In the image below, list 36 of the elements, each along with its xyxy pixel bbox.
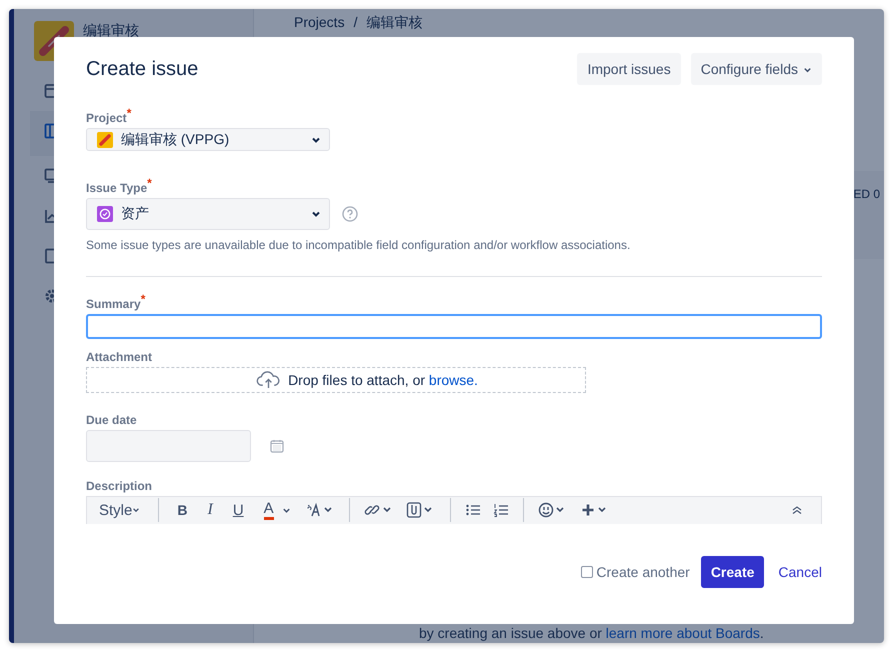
field-label: Attachment — [86, 350, 152, 364]
text-color-button[interactable]: A — [264, 500, 274, 520]
underline-button[interactable]: U — [222, 502, 254, 519]
project-select[interactable]: 编辑审核 (VPPG) — [86, 128, 330, 152]
style-dropdown[interactable]: Style — [99, 502, 150, 519]
italic-button[interactable]: I — [197, 501, 223, 520]
issue-type-help-text: Some issue types are unavailable due to incompatible field configuration and/or workflow associations. — [86, 238, 630, 252]
due-date-input[interactable] — [86, 430, 251, 462]
field-label: Description — [86, 478, 152, 493]
numbered-list-icon[interactable] — [492, 502, 509, 518]
cloud-upload-icon — [256, 370, 282, 390]
cancel-button[interactable]: Cancel — [770, 564, 822, 580]
summary-input[interactable] — [86, 314, 822, 339]
project-logo-icon — [97, 132, 113, 148]
breadcrumb-link[interactable]: 编辑审核 — [366, 14, 422, 32]
issue-type-icon — [97, 206, 113, 222]
caret-icon[interactable] — [282, 506, 291, 515]
issue-type-select[interactable]: 资产 — [86, 198, 330, 230]
empty-board-hint: by creating an issue above or learn more about Boards. — [419, 625, 765, 641]
breadcrumb-separator: / — [354, 14, 358, 32]
create-button[interactable]: Create — [700, 556, 764, 588]
import-issues-button[interactable]: Import issues — [577, 53, 681, 85]
project-name: 编辑审核 — [83, 22, 139, 40]
breadcrumb-link[interactable]: Projects — [294, 14, 345, 32]
caret-icon[interactable] — [132, 506, 140, 514]
dialog-title: Create issue — [86, 58, 198, 80]
field-label: Due date — [86, 412, 137, 427]
attachment-dropzone[interactable]: Drop files to attach, or browse. — [86, 366, 586, 393]
column-count: ED 0 — [853, 187, 880, 203]
browse-link[interactable]: browse. — [428, 372, 478, 388]
caret-icon[interactable] — [311, 209, 321, 220]
configure-fields-button[interactable]: Configure fields — [690, 53, 822, 85]
dropzone-text: Drop files to attach, or browse. — [288, 372, 478, 388]
collapse-icon[interactable] — [791, 505, 803, 516]
create-another-checkbox[interactable]: Create another — [581, 564, 690, 580]
bold-button[interactable]: B — [167, 502, 198, 518]
